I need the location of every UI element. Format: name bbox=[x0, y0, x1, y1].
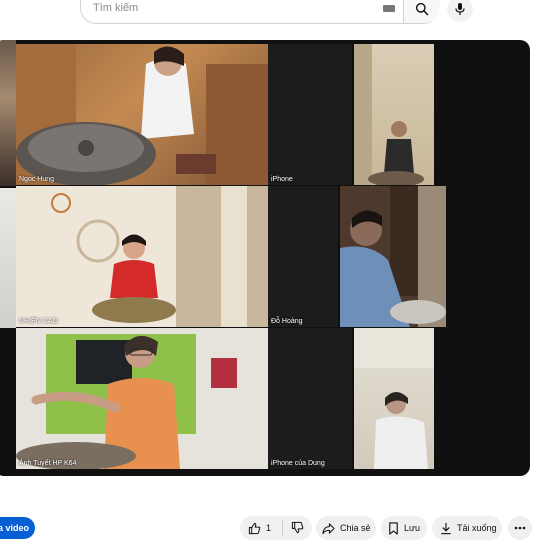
save-label: Lưu bbox=[404, 523, 421, 533]
participant-scene bbox=[16, 44, 268, 185]
bookmark-icon bbox=[389, 521, 398, 535]
participant-name: Ánh Tuyết HP K64 bbox=[19, 460, 77, 467]
partial-video-tile bbox=[0, 40, 16, 186]
participant-scene bbox=[340, 186, 446, 327]
voice-search-button[interactable] bbox=[447, 0, 473, 22]
participant-tile: NHIÊN CAO bbox=[16, 186, 268, 327]
share-label: Chia sẻ bbox=[340, 523, 371, 533]
participant-tile bbox=[340, 186, 446, 327]
search-placeholder: Tìm kiếm bbox=[93, 2, 139, 14]
participant-scene bbox=[16, 334, 237, 469]
download-icon bbox=[441, 522, 451, 534]
participant-tile: iPhone của Dung bbox=[268, 328, 352, 469]
participant-name: Ngoc Hung bbox=[19, 176, 55, 183]
participant-scene bbox=[16, 186, 268, 327]
participant-name: iPhone bbox=[271, 176, 293, 183]
participant-name: iPhone của Dung bbox=[271, 460, 325, 467]
search-icon bbox=[415, 2, 429, 15]
like-count: 1 bbox=[266, 523, 272, 533]
participant-tile bbox=[354, 328, 434, 469]
download-button[interactable]: Tải xuống bbox=[432, 516, 502, 540]
dislike-button[interactable] bbox=[283, 521, 304, 536]
participant-scene bbox=[354, 44, 424, 185]
participant-tile: Ánh Tuyết HP K64 bbox=[16, 328, 268, 469]
subscribe-label: a video bbox=[0, 523, 29, 533]
participant-name: Đỗ Hoàng bbox=[271, 318, 303, 325]
participant-tile: iPhone bbox=[268, 44, 352, 185]
share-button[interactable]: Chia sẻ bbox=[316, 516, 376, 540]
search-button[interactable] bbox=[403, 0, 440, 23]
more-actions-button[interactable] bbox=[508, 516, 532, 540]
share-icon bbox=[322, 522, 335, 534]
download-label: Tải xuống bbox=[457, 523, 497, 533]
search-input[interactable]: Tìm kiếm bbox=[81, 0, 403, 22]
keyboard-icon[interactable] bbox=[383, 5, 395, 12]
participant-tile: Ngoc Hung bbox=[16, 44, 268, 185]
participant-tile bbox=[354, 44, 434, 185]
more-horizontal-icon bbox=[514, 526, 526, 530]
mic-icon bbox=[455, 3, 465, 15]
thumbs-down-icon bbox=[291, 521, 304, 533]
thumbs-up-icon bbox=[248, 522, 261, 534]
like-dislike-group: 1 bbox=[240, 516, 312, 540]
save-button[interactable]: Lưu bbox=[381, 516, 427, 540]
like-button[interactable]: 1 bbox=[240, 522, 282, 535]
search-box[interactable]: Tìm kiếm bbox=[80, 0, 440, 24]
video-player[interactable]: Ngoc Hung iPhone NHIÊN CAO Đỗ Hoàng Ánh … bbox=[0, 40, 530, 476]
participant-name: NHIÊN CAO bbox=[19, 318, 58, 325]
youtube-watch-page: Tìm kiếm Ngoc Hung iPhone NHIÊN CAO Đỗ H… bbox=[0, 0, 540, 540]
subscribe-button[interactable]: a video bbox=[0, 517, 35, 539]
participant-scene bbox=[354, 328, 434, 469]
participant-tile: Đỗ Hoàng bbox=[268, 186, 338, 327]
partial-video-tile bbox=[0, 188, 16, 328]
